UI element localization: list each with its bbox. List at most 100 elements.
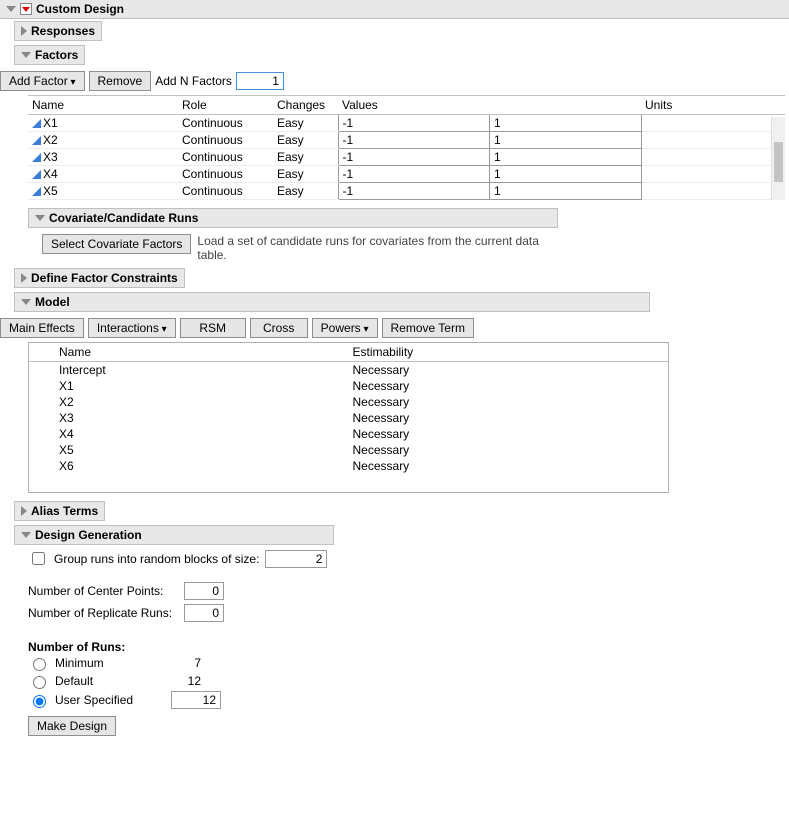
custom-design-header[interactable]: Custom Design	[0, 0, 789, 19]
table-row[interactable]: X5Necessary	[29, 442, 668, 458]
disclosure-open-icon[interactable]	[21, 532, 31, 538]
role-cell[interactable]: Continuous	[178, 183, 273, 200]
disclosure-open-icon[interactable]	[6, 6, 16, 12]
units-cell[interactable]	[641, 149, 771, 166]
table-row[interactable]: X3ContinuousEasy-11	[28, 149, 785, 166]
alias-terms-section-header[interactable]: Alias Terms	[14, 501, 105, 521]
disclosure-open-icon[interactable]	[21, 299, 31, 305]
model-name-cell[interactable]: X5	[29, 442, 349, 458]
table-row[interactable]: X5ContinuousEasy-11	[28, 183, 785, 200]
disclosure-closed-icon[interactable]	[21, 26, 27, 36]
add-n-factors-input[interactable]	[236, 72, 284, 90]
role-cell[interactable]: Continuous	[178, 149, 273, 166]
table-row[interactable]: X2Necessary	[29, 394, 668, 410]
group-runs-checkbox[interactable]	[32, 552, 45, 565]
model-section-header[interactable]: Model	[14, 292, 650, 312]
model-estimability-cell[interactable]: Necessary	[349, 362, 669, 379]
units-cell[interactable]	[641, 183, 771, 200]
changes-cell[interactable]: Easy	[273, 166, 338, 183]
value-low-cell[interactable]: -1	[338, 166, 490, 183]
cross-button[interactable]: Cross	[250, 318, 308, 338]
factors-scrollbar[interactable]	[771, 117, 785, 200]
powers-button[interactable]: Powers	[312, 318, 378, 338]
table-row[interactable]: X2ContinuousEasy-11	[28, 132, 785, 149]
col-values[interactable]: Values	[338, 96, 641, 115]
role-cell[interactable]: Continuous	[178, 166, 273, 183]
red-triangle-menu-icon[interactable]	[20, 3, 32, 15]
center-points-input[interactable]	[184, 582, 224, 600]
main-effects-button[interactable]: Main Effects	[0, 318, 84, 338]
units-cell[interactable]	[641, 132, 771, 149]
table-row[interactable]: X4Necessary	[29, 426, 668, 442]
col-changes[interactable]: Changes	[273, 96, 338, 115]
design-generation-section-header[interactable]: Design Generation	[14, 525, 334, 545]
model-estimability-cell[interactable]: Necessary	[349, 426, 669, 442]
changes-cell[interactable]: Easy	[273, 149, 338, 166]
responses-section-header[interactable]: Responses	[14, 21, 102, 41]
table-row[interactable]: X1Necessary	[29, 378, 668, 394]
model-estimability-cell[interactable]: Necessary	[349, 394, 669, 410]
model-estimability-cell[interactable]: Necessary	[349, 458, 669, 474]
constraints-section-header[interactable]: Define Factor Constraints	[14, 268, 185, 288]
value-high-cell[interactable]: 1	[490, 149, 642, 166]
table-row[interactable]: X6Necessary	[29, 458, 668, 474]
col-units[interactable]: Units	[641, 96, 771, 115]
model-name-cell[interactable]: X2	[29, 394, 349, 410]
table-row[interactable]: InterceptNecessary	[29, 362, 668, 379]
model-name-cell[interactable]: Intercept	[29, 362, 349, 379]
value-high-cell[interactable]: 1	[490, 166, 642, 183]
model-estimability-cell[interactable]: Necessary	[349, 410, 669, 426]
model-name-cell[interactable]: X6	[29, 458, 349, 474]
table-row[interactable]: X1ContinuousEasy-11	[28, 115, 785, 132]
group-runs-size-input[interactable]	[265, 550, 327, 568]
select-covariate-factors-button[interactable]: Select Covariate Factors	[42, 234, 191, 254]
disclosure-closed-icon[interactable]	[21, 273, 27, 283]
disclosure-open-icon[interactable]	[35, 215, 45, 221]
model-estimability-cell[interactable]: Necessary	[349, 378, 669, 394]
value-low-cell[interactable]: -1	[338, 132, 490, 149]
user-specified-runs-radio[interactable]	[33, 695, 46, 708]
units-cell[interactable]	[641, 166, 771, 183]
replicate-runs-input[interactable]	[184, 604, 224, 622]
rsm-button[interactable]: RSM	[180, 318, 246, 338]
covariate-section-header[interactable]: Covariate/Candidate Runs	[28, 208, 558, 228]
value-low-cell[interactable]: -1	[338, 115, 490, 132]
remove-factor-button[interactable]: Remove	[89, 71, 152, 91]
disclosure-open-icon[interactable]	[21, 52, 31, 58]
disclosure-closed-icon[interactable]	[21, 506, 27, 516]
factors-label: Factors	[35, 48, 78, 62]
units-cell[interactable]	[641, 115, 771, 132]
default-runs-label: Default	[55, 674, 165, 688]
value-high-cell[interactable]: 1	[490, 115, 642, 132]
table-row[interactable]: X4ContinuousEasy-11	[28, 166, 785, 183]
model-col-name[interactable]: Name	[29, 343, 349, 362]
minimum-runs-radio[interactable]	[33, 658, 46, 671]
role-cell[interactable]: Continuous	[178, 115, 273, 132]
col-role[interactable]: Role	[178, 96, 273, 115]
model-col-estimability[interactable]: Estimability	[349, 343, 669, 362]
remove-term-button[interactable]: Remove Term	[382, 318, 474, 338]
model-name-cell[interactable]: X3	[29, 410, 349, 426]
model-estimability-cell[interactable]: Necessary	[349, 442, 669, 458]
user-specified-runs-input[interactable]	[171, 691, 221, 709]
role-cell[interactable]: Continuous	[178, 132, 273, 149]
model-name-cell[interactable]: X4	[29, 426, 349, 442]
col-name[interactable]: Name	[28, 96, 178, 115]
table-row[interactable]: X3Necessary	[29, 410, 668, 426]
model-name-cell[interactable]: X1	[29, 378, 349, 394]
changes-cell[interactable]: Easy	[273, 115, 338, 132]
interactions-button[interactable]: Interactions	[88, 318, 176, 338]
default-runs-radio[interactable]	[33, 676, 46, 689]
changes-cell[interactable]: Easy	[273, 183, 338, 200]
value-low-cell[interactable]: -1	[338, 149, 490, 166]
make-design-button[interactable]: Make Design	[28, 716, 116, 736]
value-high-cell[interactable]: 1	[490, 183, 642, 200]
factors-section-header[interactable]: Factors	[14, 45, 85, 65]
value-high-cell[interactable]: 1	[490, 132, 642, 149]
changes-cell[interactable]: Easy	[273, 132, 338, 149]
add-factor-button[interactable]: Add Factor	[0, 71, 85, 91]
value-low-cell[interactable]: -1	[338, 183, 490, 200]
number-of-runs-heading: Number of Runs:	[28, 640, 789, 654]
scrollbar-thumb[interactable]	[774, 142, 783, 182]
model-table-container: Name Estimability InterceptNecessaryX1Ne…	[28, 342, 669, 493]
